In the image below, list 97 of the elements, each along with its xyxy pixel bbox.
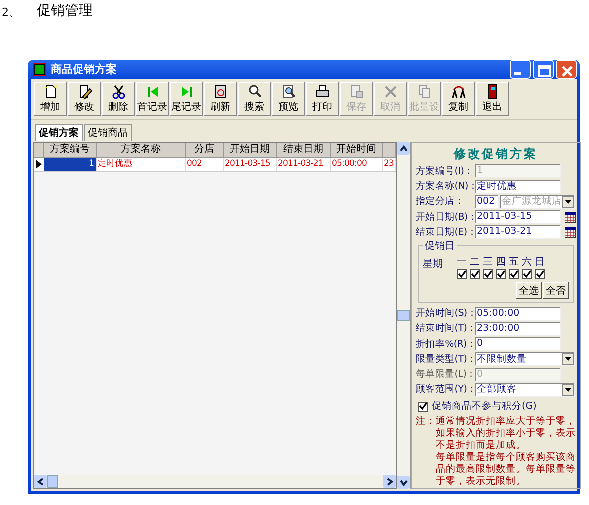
field-label: 结束时间(T)： <box>416 322 474 336</box>
scroll-down-button[interactable] <box>397 476 410 489</box>
toolbar-button[interactable]: 修改 <box>68 82 101 116</box>
select-button[interactable]: 全选 <box>516 282 542 300</box>
toolbar-button[interactable]: 打印 <box>306 82 339 116</box>
app-icon <box>34 64 45 75</box>
toolbar-button[interactable]: 刷新 <box>204 82 237 116</box>
field-label: 方案名称(N)： <box>416 180 474 193</box>
field-label: 指定分店： <box>416 195 466 208</box>
day-label: 三 <box>483 256 493 270</box>
scroll-up-button[interactable] <box>397 142 410 155</box>
field-label: 方案编号(I)： <box>416 164 474 178</box>
input-field[interactable]: 定时优惠 <box>475 180 561 194</box>
column-header[interactable]: 分店 <box>186 143 224 157</box>
input-field[interactable]: 23:00:00 <box>475 322 561 336</box>
input-field[interactable]: 0 <box>475 337 561 352</box>
field-label: 折扣率%(R)： <box>416 338 474 351</box>
form-title: 修改促销方案 <box>452 146 539 163</box>
checkbox[interactable] <box>483 269 493 280</box>
field-label: 开始时间(S)： <box>416 307 474 320</box>
checkbox[interactable] <box>522 269 532 280</box>
toolbar-button[interactable]: 搜索 <box>238 82 271 116</box>
printer-icon <box>314 84 330 100</box>
column-header[interactable]: 结束日期 <box>277 143 331 157</box>
table-cell: 002 <box>186 158 224 171</box>
arrows-letters-icon <box>450 84 466 100</box>
toolbar-button[interactable]: 预览 <box>272 82 305 116</box>
dropdown[interactable]: 全部顾客 <box>475 382 575 397</box>
note-prefix: 注： <box>416 416 436 430</box>
day-label: 一 <box>457 256 467 270</box>
field-label: 顾客范围(Y)： <box>416 383 474 396</box>
scroll-thumb[interactable] <box>47 475 58 488</box>
checkbox[interactable] <box>509 269 519 280</box>
checkbox[interactable] <box>470 269 480 280</box>
calendar-icon[interactable] <box>565 226 576 238</box>
table-cell: 1 <box>44 158 97 171</box>
table-cell: 05:00:00 <box>331 158 383 171</box>
input-field[interactable]: 002 <box>475 194 499 209</box>
day-label: 四 <box>496 256 506 270</box>
minimize-button[interactable] <box>510 60 531 79</box>
note-text: 每单限量是指每个顾客购买该商品的最高限制数量。每单限量等于零，表示无限制。 <box>436 452 576 488</box>
minimize-icon <box>514 72 521 75</box>
tab[interactable]: 促销商品 <box>84 124 132 141</box>
input-field[interactable]: 2011-03-15 <box>475 210 561 224</box>
column-header[interactable]: 方案编号 <box>44 143 97 157</box>
toolbar-button[interactable]: 删除 <box>102 82 135 116</box>
table-cell: 2011-03-21 <box>277 158 331 171</box>
vertical-scrollbar[interactable] <box>397 142 411 489</box>
field-label: 开始日期(B)： <box>416 210 474 224</box>
pages-icon <box>416 84 432 100</box>
group-title: 促销日 <box>423 239 457 254</box>
cross-icon <box>382 84 398 100</box>
table-cell: 2011-03-15 <box>224 158 277 171</box>
maximize-button[interactable] <box>533 60 554 79</box>
column-header[interactable]: 开始时间 <box>331 143 383 157</box>
checkbox-label: 促销商品不参与积分(G) <box>432 400 537 414</box>
heading-title: 促销管理 <box>37 2 93 21</box>
toolbar-button[interactable]: 增加 <box>34 82 67 116</box>
field-label: 结束日期(E)： <box>416 226 474 239</box>
column-header[interactable]: 方案名称 <box>97 143 186 157</box>
day-label: 六 <box>522 256 532 270</box>
close-button[interactable] <box>556 60 577 79</box>
field-label: 限量类型(T)： <box>416 352 474 366</box>
toolbar-button[interactable]: 首记录 <box>136 82 169 116</box>
day-label: 日 <box>535 256 545 270</box>
table-cell: 23 <box>383 158 396 171</box>
input-field[interactable]: 05:00:00 <box>475 306 561 321</box>
heading-number: 2、 <box>2 5 21 21</box>
document-icon <box>42 84 58 100</box>
checkbox[interactable] <box>535 269 545 280</box>
scroll-left-button[interactable] <box>34 475 47 488</box>
toolbar-button[interactable]: 退出 <box>476 82 509 116</box>
table-cell: 定时优惠 <box>97 158 186 171</box>
horizontal-scrollbar[interactable] <box>34 475 396 488</box>
scroll-right-button[interactable] <box>383 475 396 488</box>
day-label: 二 <box>470 256 480 270</box>
checkbox[interactable] <box>418 402 428 412</box>
day-label: 五 <box>509 256 519 270</box>
toolbar-button[interactable]: 尾记录 <box>170 82 203 116</box>
checkbox[interactable] <box>457 269 467 280</box>
select-button[interactable]: 全否 <box>543 282 569 300</box>
checkbox[interactable] <box>496 269 506 280</box>
toolbar-button[interactable]: 复制 <box>442 82 475 116</box>
window-title: 商品促销方案 <box>51 62 118 77</box>
search-icon <box>246 84 262 100</box>
tab[interactable]: 促销方案 <box>35 124 83 141</box>
floppy-page-icon <box>348 84 364 100</box>
scroll-thumb[interactable] <box>397 310 410 321</box>
note-text: 通常情况折扣率应大于等于零，如果输入的折扣率小于零，表示不是折扣而是加成。 <box>436 416 576 452</box>
magnifier-page-icon <box>280 84 296 100</box>
dropdown[interactable]: 不限制数量 <box>475 352 575 366</box>
field-label: 每单限量(L)： <box>416 368 474 382</box>
column-header[interactable]: 开始日期 <box>224 143 277 157</box>
calendar-icon[interactable] <box>565 212 576 223</box>
row-label: 星期 <box>423 258 444 272</box>
scissors-icon <box>110 84 126 100</box>
input-field[interactable]: 2011-03-21 <box>475 225 561 240</box>
